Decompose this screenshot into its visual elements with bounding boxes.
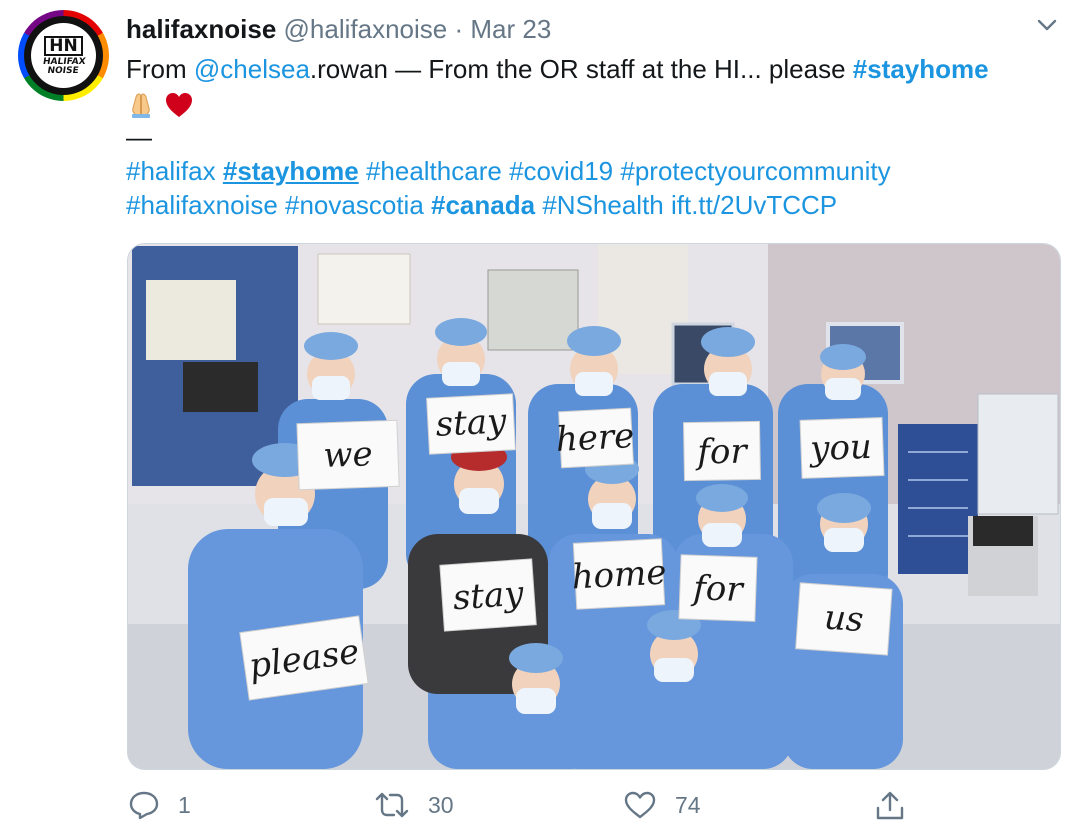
share-icon — [876, 791, 904, 820]
hashtag-link[interactable]: #covid19 — [509, 156, 613, 186]
like-button[interactable]: 74 — [623, 790, 701, 820]
mention-link[interactable]: @chelsea — [194, 54, 310, 84]
sign-us: us — [823, 598, 865, 641]
sign-we: we — [323, 434, 374, 476]
hashtag-link[interactable]: #halifaxnoise — [126, 190, 278, 220]
hashtag-link[interactable]: #stayhome — [853, 54, 989, 84]
sign-you: you — [808, 427, 873, 469]
reply-icon — [129, 791, 159, 820]
retweet-button[interactable]: 30 — [374, 790, 454, 820]
user-handle[interactable]: @halifaxnoise — [284, 14, 448, 44]
avatar-logo: HN — [44, 35, 83, 56]
action-bar: 1 30 74 — [0, 780, 1080, 835]
sign-home: home — [571, 553, 668, 598]
separator-dash: — — [126, 122, 152, 152]
like-count: 74 — [675, 791, 701, 818]
external-link[interactable]: ift.tt/2UvTCCP — [671, 190, 837, 220]
media-photo[interactable]: we stay here for you please stay home fo… — [127, 243, 1061, 770]
tweet-header: halifaxnoise @halifaxnoise · Mar 23 — [126, 13, 551, 45]
sign-stay-top: stay — [435, 401, 508, 445]
chevron-down-icon[interactable] — [1034, 14, 1060, 36]
display-name[interactable]: halifaxnoise — [126, 14, 276, 44]
retweet-icon — [375, 792, 409, 818]
sign-here: here — [555, 416, 635, 460]
hashtag-link[interactable]: #healthcare — [366, 156, 502, 186]
tweet-text: From @chelsea.rowan — From the OR staff … — [126, 52, 1061, 222]
reply-button[interactable]: 1 — [128, 790, 191, 820]
tweet-date[interactable]: Mar 23 — [470, 14, 551, 44]
red-heart-emoji — [163, 90, 195, 120]
retweet-count: 30 — [428, 791, 454, 818]
avatar-text: HALIFAX NOISE — [42, 56, 87, 76]
hashtag-link[interactable]: #halifax — [126, 156, 216, 186]
photo-scene: we stay here for you please stay home fo… — [128, 244, 1060, 769]
folded-hands-emoji — [126, 90, 156, 120]
separator: · — [454, 14, 464, 44]
hashtag-link[interactable]: #stayhome — [223, 156, 359, 186]
reply-count: 1 — [178, 791, 191, 818]
supply-cart — [898, 424, 978, 574]
sign-stay: stay — [452, 574, 526, 619]
hashtag-link[interactable]: #NShealth — [542, 190, 663, 220]
hashtag-link[interactable]: #novascotia — [285, 190, 424, 220]
share-button[interactable] — [874, 790, 924, 822]
sign-for-top: for — [694, 432, 749, 473]
heart-icon — [624, 791, 656, 819]
hashtag-link[interactable]: #protectyourcommunity — [620, 156, 890, 186]
sign-for: for — [690, 568, 745, 610]
hashtag-link[interactable]: #canada — [431, 190, 535, 220]
avatar[interactable]: HN HALIFAX NOISE — [18, 10, 109, 101]
